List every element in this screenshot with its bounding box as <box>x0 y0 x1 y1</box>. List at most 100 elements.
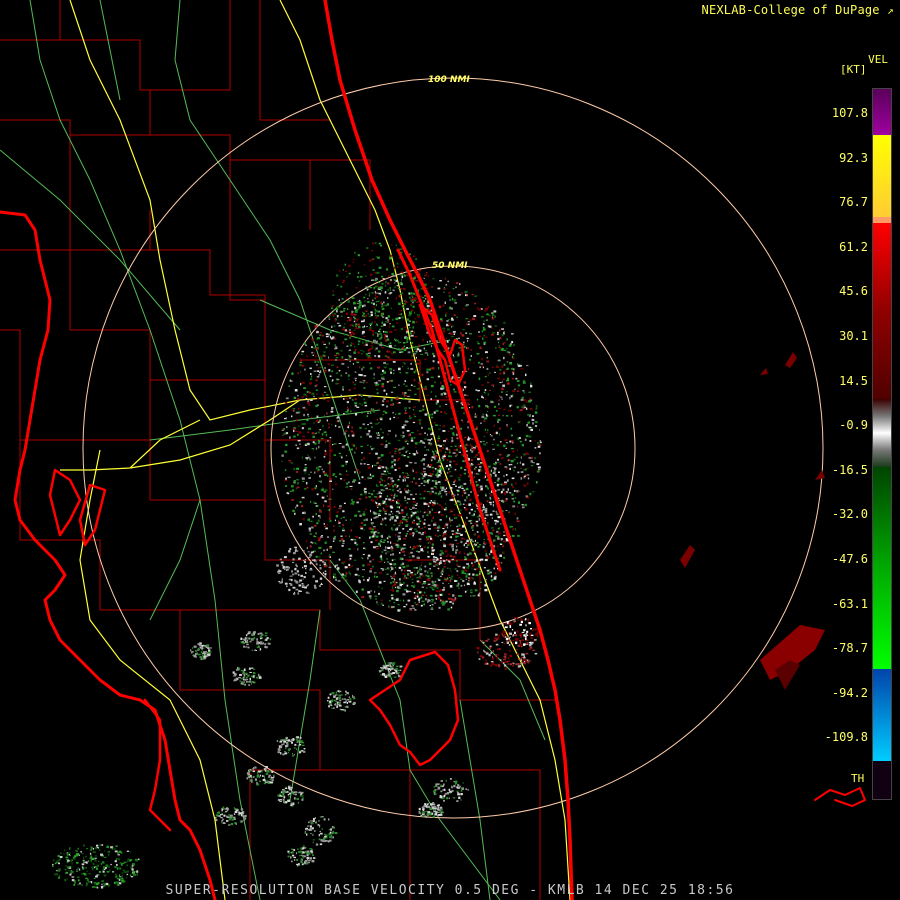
radar-echo <box>459 500 461 503</box>
radar-echo <box>348 481 350 484</box>
radar-echo <box>249 671 252 673</box>
radar-echo <box>307 454 309 456</box>
radar-echo <box>374 312 377 315</box>
radar-echo <box>232 671 235 674</box>
radar-echo <box>429 464 433 467</box>
radar-echo <box>252 667 254 669</box>
radar-echo <box>505 415 509 417</box>
radar-echo <box>511 623 513 625</box>
radar-echo <box>358 304 362 307</box>
radar-echo <box>492 467 495 469</box>
radar-echo <box>409 559 412 562</box>
radar-echo <box>450 509 452 512</box>
radar-echo <box>308 473 310 475</box>
radar-echo <box>512 467 514 469</box>
radar-echo <box>351 310 354 313</box>
radar-echo <box>384 513 388 515</box>
radar-echo <box>328 316 330 319</box>
radar-echo <box>461 569 464 572</box>
radar-echo <box>445 338 448 340</box>
radar-echo <box>363 511 365 513</box>
radar-echo <box>344 263 347 266</box>
radar-echo <box>369 422 373 424</box>
radar-echo <box>503 556 506 559</box>
radar-echo <box>431 432 434 435</box>
radar-echo <box>446 459 449 461</box>
radar-echo <box>81 852 84 855</box>
radar-echo <box>296 736 299 739</box>
radar-echo <box>327 474 329 477</box>
radar-echo <box>279 793 282 795</box>
radar-echo <box>378 581 382 584</box>
radar-echo <box>425 503 428 506</box>
radar-echo <box>313 370 317 372</box>
radar-echo <box>421 297 424 299</box>
radar-echo <box>369 435 372 438</box>
radar-echo <box>529 659 531 662</box>
radar-echo <box>364 478 366 480</box>
radar-echo <box>299 580 301 583</box>
radar-echo <box>516 648 518 651</box>
radar-echo <box>414 442 418 445</box>
radar-echo <box>398 384 400 386</box>
radar-echo <box>485 319 488 321</box>
radar-echo <box>352 502 354 505</box>
radar-echo <box>338 412 340 415</box>
radar-echo <box>64 849 66 852</box>
radar-echo <box>245 680 248 683</box>
radar-echo <box>467 438 470 441</box>
radar-echo <box>459 474 462 477</box>
radar-echo <box>490 435 493 437</box>
radar-echo <box>397 502 400 505</box>
radar-echo <box>456 433 458 436</box>
radar-echo <box>328 556 331 558</box>
radar-echo <box>346 482 349 485</box>
radar-echo <box>417 430 419 432</box>
radar-echo <box>411 432 414 434</box>
radar-echo <box>292 509 295 513</box>
radar-echo <box>291 851 294 854</box>
radar-echo <box>328 517 331 520</box>
radar-echo <box>439 590 441 593</box>
radar-echo <box>443 538 446 541</box>
radar-echo <box>407 367 409 370</box>
radar-echo <box>447 608 451 611</box>
radar-echo <box>291 402 293 404</box>
radar-echo <box>385 320 388 323</box>
radar-echo <box>261 769 263 772</box>
radar-echo <box>315 512 317 516</box>
radar-echo <box>469 498 472 501</box>
radar-echo <box>307 413 309 416</box>
radar-echo <box>256 641 259 644</box>
radar-echo <box>489 645 492 647</box>
radar-echo <box>246 641 249 644</box>
radar-echo <box>398 467 401 469</box>
radar-echo <box>368 577 370 580</box>
radar-echo <box>191 651 193 654</box>
radar-echo <box>487 638 490 641</box>
radar-echo <box>246 643 249 646</box>
radar-echo <box>318 820 320 822</box>
radar-echo <box>313 501 316 504</box>
radar-echo <box>445 555 449 557</box>
radar-echo <box>305 572 307 574</box>
radar-echo <box>385 498 388 500</box>
radar-echo <box>511 497 514 500</box>
radar-echo <box>371 475 375 478</box>
radar-echo <box>437 481 441 483</box>
radar-echo <box>309 562 312 565</box>
radar-echo <box>474 428 478 430</box>
radar-echo <box>246 678 249 681</box>
radar-echo <box>361 588 364 591</box>
radar-echo <box>317 361 320 363</box>
radar-echo <box>472 372 476 375</box>
radar-echo <box>452 331 456 333</box>
radar-echo <box>517 505 519 508</box>
radar-echo <box>454 445 457 447</box>
radar-echo <box>404 392 407 394</box>
radar-echo <box>426 803 429 806</box>
radar-echo <box>342 269 344 271</box>
radar-echo <box>504 667 507 670</box>
radar-echo <box>478 570 482 573</box>
radar-echo <box>410 309 414 312</box>
